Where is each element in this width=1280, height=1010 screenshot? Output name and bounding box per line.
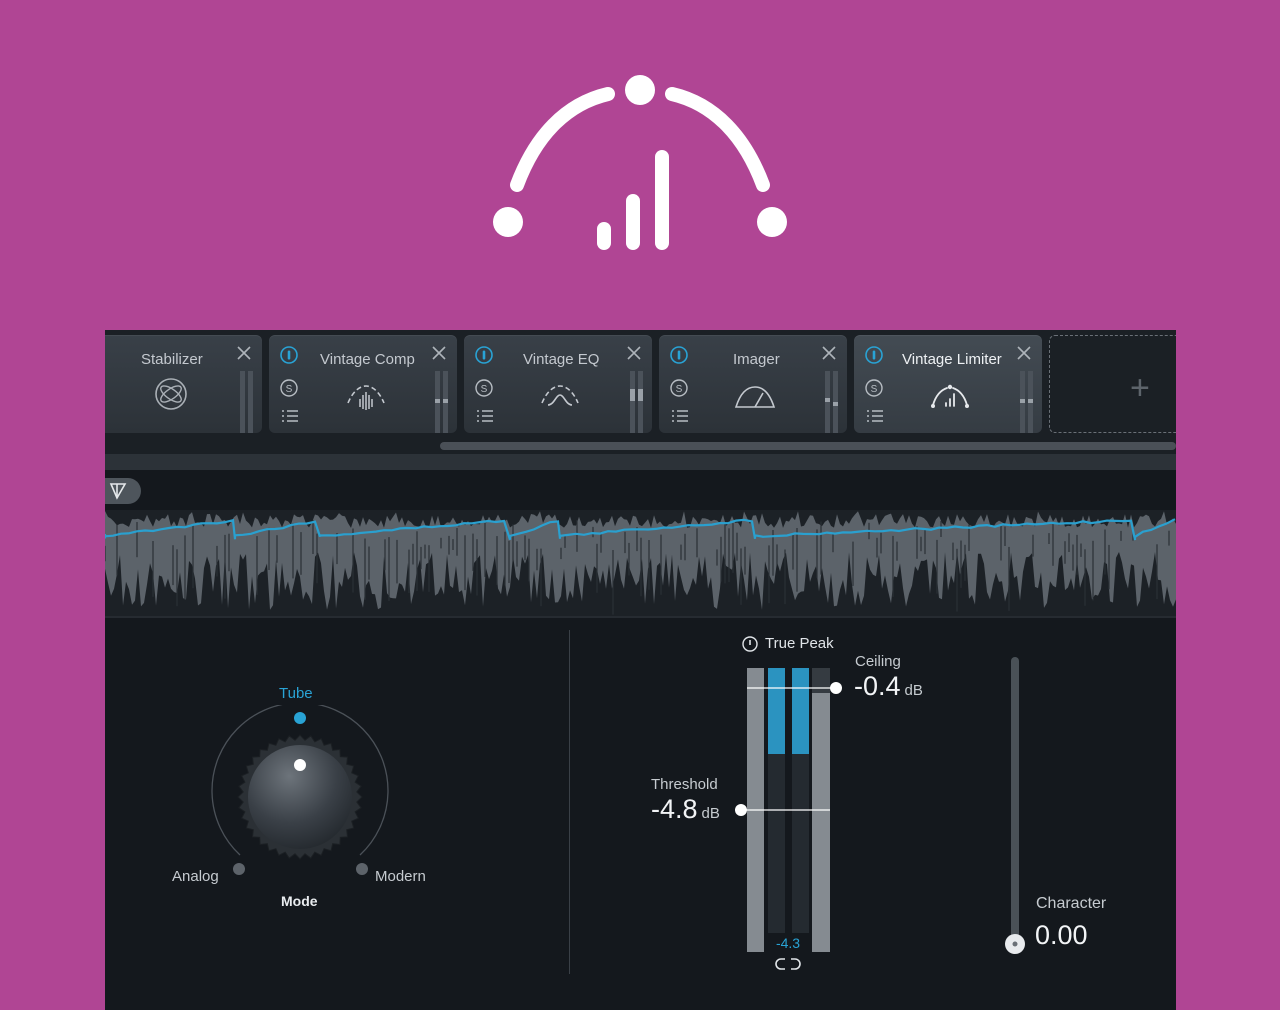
gr-meter-right-fill bbox=[792, 668, 809, 754]
knob-indicator bbox=[294, 759, 306, 771]
close-icon[interactable] bbox=[821, 345, 837, 361]
add-module-slot[interactable]: + bbox=[1049, 335, 1176, 433]
waveform-divider bbox=[105, 616, 1176, 618]
threshold-label: Threshold bbox=[651, 776, 718, 793]
module-vintage-limiter[interactable]: S Vintage Limiter bbox=[854, 335, 1042, 433]
chain-scrollbar[interactable] bbox=[440, 442, 1176, 450]
vintage-eq-icon bbox=[541, 385, 579, 406]
module-name: Imager bbox=[733, 351, 780, 368]
module-meter bbox=[240, 371, 254, 433]
module-vintage-eq[interactable]: S Vintage EQ bbox=[464, 335, 652, 433]
threshold-value-display[interactable]: -4.8 dB bbox=[651, 794, 720, 825]
gain-reduction-value: -4.3 bbox=[775, 935, 801, 951]
filter-icon bbox=[109, 483, 127, 500]
vintage-limiter-icon bbox=[931, 384, 969, 408]
ceiling-unit: dB bbox=[904, 682, 923, 699]
true-peak-label: True Peak bbox=[765, 635, 834, 652]
mode-title: Mode bbox=[281, 893, 318, 909]
plus-icon: + bbox=[1130, 369, 1150, 407]
module-vintage-comp[interactable]: S Vintage Comp bbox=[269, 335, 457, 433]
solo-icon[interactable]: S bbox=[280, 379, 298, 397]
threshold-handle[interactable] bbox=[735, 804, 747, 816]
module-meter bbox=[825, 371, 839, 433]
module-name: Vintage EQ bbox=[523, 351, 600, 368]
list-icon[interactable] bbox=[281, 409, 299, 423]
ceiling-value-display[interactable]: -0.4 dB bbox=[854, 671, 923, 702]
waveform-filter-button[interactable] bbox=[105, 478, 141, 504]
mode-control: Tube Analog Modern Mode bbox=[165, 675, 495, 915]
svg-text:S: S bbox=[676, 384, 683, 395]
mode-dot-tube[interactable] bbox=[294, 712, 306, 724]
ceiling-value: -0.4 bbox=[854, 671, 901, 701]
threshold-value: -4.8 bbox=[651, 794, 698, 824]
character-value[interactable]: 0.00 bbox=[1035, 920, 1088, 951]
module-meter bbox=[1020, 371, 1034, 433]
vintage-limiter-logo-icon bbox=[493, 75, 787, 250]
close-icon[interactable] bbox=[626, 345, 642, 361]
mode-option-tube[interactable]: Tube bbox=[279, 685, 313, 702]
threshold-unit: dB bbox=[701, 805, 720, 822]
list-icon[interactable] bbox=[476, 409, 494, 423]
mode-dot-analog[interactable] bbox=[233, 863, 245, 875]
module-meter bbox=[435, 371, 449, 433]
plugin-window: Stabilizer S Vintage Comp S Vintage EQ S… bbox=[105, 330, 1176, 1010]
module-imager[interactable]: S Imager bbox=[659, 335, 847, 433]
ceiling-label: Ceiling bbox=[855, 653, 901, 670]
mode-option-modern[interactable]: Modern bbox=[375, 868, 426, 885]
output-meter-right bbox=[812, 693, 830, 952]
module-meter bbox=[630, 371, 644, 433]
power-icon[interactable] bbox=[280, 346, 298, 364]
power-icon[interactable] bbox=[475, 346, 493, 364]
character-label: Character bbox=[1036, 895, 1107, 912]
limiter-meter bbox=[735, 668, 842, 952]
solo-icon[interactable]: S bbox=[670, 379, 688, 397]
stabilizer-icon bbox=[155, 378, 187, 410]
power-icon[interactable] bbox=[670, 346, 688, 364]
gr-meter-left-fill bbox=[768, 668, 785, 754]
imager-icon bbox=[734, 386, 776, 408]
solo-icon[interactable]: S bbox=[475, 379, 493, 397]
power-icon bbox=[742, 636, 758, 652]
section-divider bbox=[569, 630, 570, 974]
close-icon[interactable] bbox=[236, 345, 252, 361]
power-icon[interactable] bbox=[865, 346, 883, 364]
vintage-comp-icon bbox=[347, 385, 385, 410]
svg-text:S: S bbox=[481, 384, 488, 395]
module-name: Vintage Limiter bbox=[902, 351, 1002, 368]
list-icon[interactable] bbox=[866, 409, 884, 423]
module-chain: Stabilizer S Vintage Comp S Vintage EQ S… bbox=[105, 330, 1176, 454]
close-icon[interactable] bbox=[1016, 345, 1032, 361]
mode-dot-modern[interactable] bbox=[356, 863, 368, 875]
mode-option-analog[interactable]: Analog bbox=[172, 868, 219, 885]
list-icon[interactable] bbox=[671, 409, 689, 423]
close-icon[interactable] bbox=[431, 345, 447, 361]
waveform-display bbox=[105, 510, 1176, 616]
svg-text:S: S bbox=[286, 384, 293, 395]
link-icon[interactable] bbox=[773, 956, 803, 972]
chain-divider bbox=[105, 454, 1176, 470]
character-slider[interactable] bbox=[995, 655, 1035, 955]
ceiling-handle[interactable] bbox=[830, 682, 842, 694]
module-name: Vintage Comp bbox=[320, 351, 415, 368]
mode-knob[interactable] bbox=[195, 705, 405, 885]
character-slider-track bbox=[1011, 657, 1019, 947]
module-stabilizer[interactable]: Stabilizer bbox=[105, 335, 262, 433]
solo-icon[interactable]: S bbox=[865, 379, 883, 397]
svg-text:S: S bbox=[871, 384, 878, 395]
module-name: Stabilizer bbox=[141, 351, 203, 368]
